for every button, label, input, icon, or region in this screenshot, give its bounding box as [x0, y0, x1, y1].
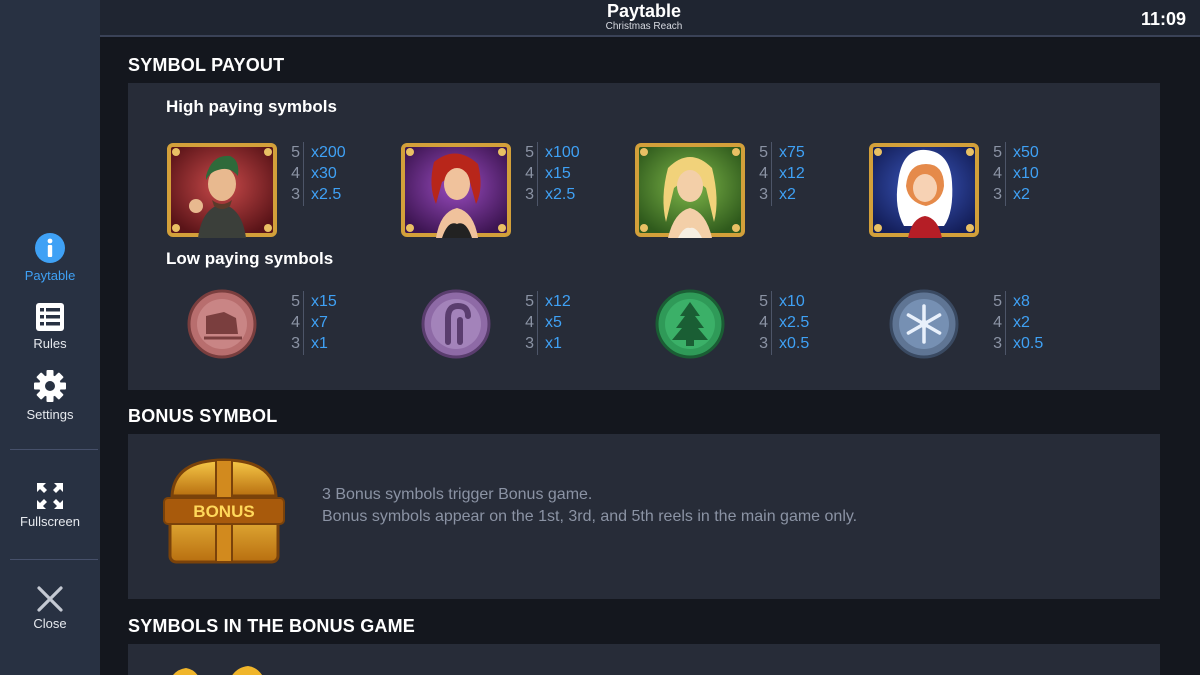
- divider: [1005, 291, 1006, 355]
- low-symbol-candy-cane: 543 x12 x5 x1: [400, 289, 634, 391]
- header-bar: Paytable Christmas Reach 11:09: [100, 0, 1200, 37]
- high-symbol-elf-man: 543 x200 x30 x2.5: [166, 142, 400, 242]
- high-symbol-santa-girl: 543 x50 x10 x2: [868, 142, 1102, 242]
- divider: [771, 142, 772, 206]
- symbol-counts: 543: [993, 293, 1002, 352]
- bonus-symbol-panel: BONUS 3 Bonus symbols trigger Bonus game…: [128, 434, 1160, 599]
- low-symbol-snowflake: 543 x8 x2 x0.5: [868, 289, 1102, 391]
- page-title: Paytable: [606, 1, 682, 21]
- low-paying-title: Low paying symbols: [166, 249, 334, 268]
- bonus-symbol-title: BONUS SYMBOL: [128, 406, 278, 426]
- high-symbol-redhead-woman: 543 x100 x15 x2.5: [400, 142, 634, 242]
- gear-icon: [34, 370, 66, 402]
- close-label: Close: [33, 616, 67, 631]
- redhead-woman-portrait-icon: [401, 143, 511, 238]
- info-icon: [35, 233, 65, 263]
- fullscreen-icon: [37, 483, 63, 509]
- symbol-counts: 543: [525, 293, 534, 352]
- sidebar: Paytable Rules Settings Fullscreen Close: [0, 0, 100, 675]
- fullscreen-button[interactable]: Fullscreen: [0, 482, 100, 529]
- fullscreen-label: Fullscreen: [20, 514, 80, 529]
- symbol-counts: 543: [993, 144, 1002, 203]
- divider: [303, 291, 304, 355]
- symbol-counts: 543: [525, 144, 534, 203]
- close-icon: [37, 586, 63, 612]
- santa-girl-portrait-icon: [869, 143, 979, 238]
- payouts: x10 x2.5 x0.5: [779, 293, 810, 352]
- high-symbol-blonde-woman: 543 x75 x12 x2: [634, 142, 868, 242]
- sidebar-divider: [10, 559, 98, 560]
- rules-label: Rules: [33, 336, 67, 351]
- symbol-counts: 543: [291, 293, 300, 352]
- blonde-woman-portrait-icon: [635, 143, 745, 238]
- symbol-counts: 543: [759, 293, 768, 352]
- bonus-description-line-2: Bonus symbols appear on the 1st, 3rd, an…: [322, 508, 858, 525]
- divider: [771, 291, 772, 355]
- candy-cane-coin-icon: [421, 289, 491, 359]
- divider: [303, 142, 304, 206]
- list-icon: [36, 303, 64, 331]
- rules-button[interactable]: Rules: [0, 302, 100, 351]
- settings-label: Settings: [26, 407, 74, 422]
- payouts: x200 x30 x2.5: [311, 144, 346, 203]
- sleigh-coin-icon: [187, 289, 257, 359]
- bonus-game-panel: [128, 644, 1160, 675]
- divider: [537, 142, 538, 206]
- christmas-tree-coin-icon: [655, 289, 725, 359]
- paytable-content[interactable]: SYMBOL PAYOUT High paying symbols 543 x2…: [100, 39, 1200, 675]
- symbol-payout-title: SYMBOL PAYOUT: [128, 55, 285, 75]
- close-button[interactable]: Close: [0, 586, 100, 631]
- divider: [537, 291, 538, 355]
- low-symbol-sleigh: 543 x15 x7 x1: [166, 289, 400, 391]
- payouts: x15 x7 x1: [311, 293, 337, 352]
- sidebar-divider: [10, 449, 98, 450]
- low-symbol-christmas-tree: 543 x10 x2.5 x0.5: [634, 289, 868, 391]
- bonus-chest-icon: BONUS: [163, 458, 285, 564]
- payouts: x100 x15 x2.5: [545, 144, 580, 203]
- bonus-game-title: SYMBOLS IN THE BONUS GAME: [128, 616, 416, 636]
- payouts: x12 x5 x1: [545, 293, 571, 352]
- elf-man-portrait-icon: [167, 143, 277, 238]
- bonus-description-line-1: 3 Bonus symbols trigger Bonus game.: [322, 486, 593, 503]
- payouts: x50 x10 x2: [1013, 144, 1039, 203]
- symbol-counts: 543: [291, 144, 300, 203]
- settings-button[interactable]: Settings: [0, 369, 100, 422]
- symbol-counts: 543: [759, 144, 768, 203]
- payouts: x75 x12 x2: [779, 144, 805, 203]
- bell-icon: [173, 666, 262, 675]
- high-paying-title: High paying symbols: [166, 97, 337, 116]
- chest-label: BONUS: [193, 502, 254, 521]
- paytable-button[interactable]: Paytable: [0, 232, 100, 283]
- symbol-payout-panel: High paying symbols 543 x200 x30 x2.5 5 …: [128, 83, 1160, 390]
- payouts: x8 x2 x0.5: [1013, 293, 1044, 352]
- game-name: Christmas Reach: [605, 21, 683, 32]
- snowflake-coin-icon: [889, 289, 959, 359]
- divider: [1005, 142, 1006, 206]
- clock: 11:09: [1140, 9, 1186, 29]
- paytable-label: Paytable: [24, 268, 76, 283]
